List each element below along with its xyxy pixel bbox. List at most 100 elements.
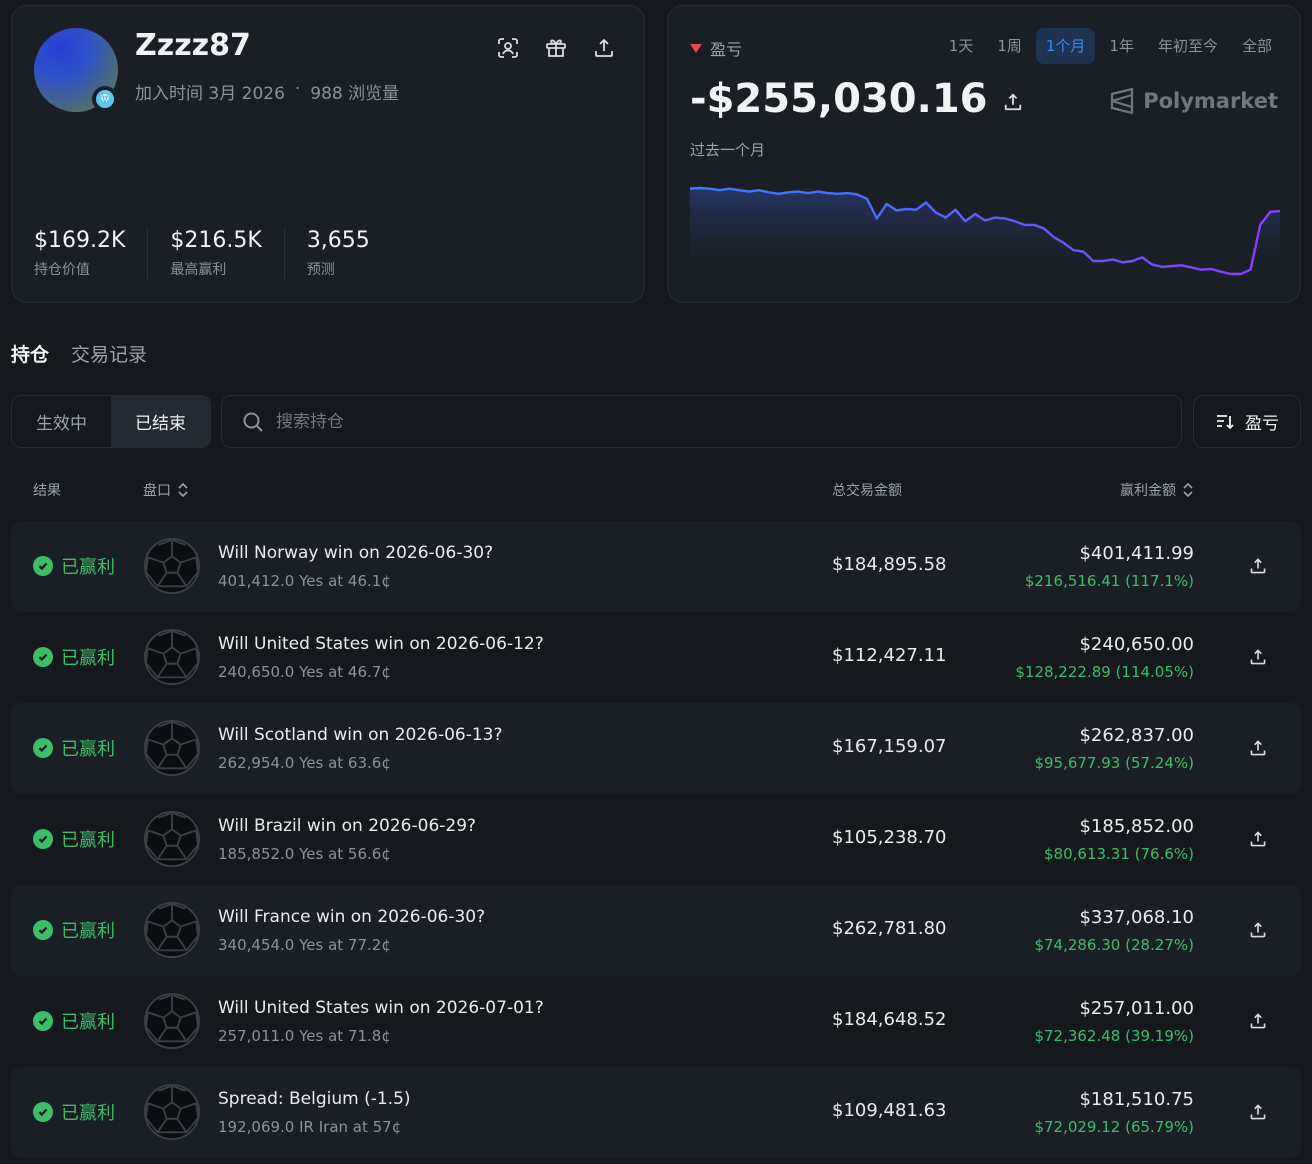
- market-title: Will United States win on 2026-07-01?: [218, 998, 544, 1018]
- market-title: Will United States win on 2026-06-12?: [218, 634, 544, 654]
- share-icon[interactable]: [1247, 555, 1269, 577]
- polymarket-logo: Polymarket: [1109, 88, 1278, 114]
- soccer-ball-icon: [143, 901, 201, 959]
- share-icon[interactable]: [1247, 919, 1269, 941]
- share-icon[interactable]: [1247, 737, 1269, 759]
- market-position: 257,011.0 Yes at 71.8¢: [218, 1027, 391, 1045]
- sort-updown-icon: [1183, 482, 1193, 498]
- soccer-ball-icon: [143, 719, 201, 777]
- polymarket-logo-icon: [1111, 88, 1134, 114]
- total-traded: $105,238.70: [832, 827, 947, 848]
- separator: ·: [294, 79, 301, 99]
- share-icon[interactable]: [1247, 1101, 1269, 1123]
- table-row[interactable]: 已赢利 Will Norway win on 2026-06-30? 401,4…: [11, 521, 1301, 612]
- tab-activity[interactable]: 交易记录: [71, 340, 147, 367]
- share-icon[interactable]: [1247, 828, 1269, 850]
- status-badge: 已赢利: [33, 1099, 115, 1125]
- range-tab-1y[interactable]: 1年: [1099, 28, 1144, 64]
- table-header: 结果 盘口 总交易金额 赢利金额: [11, 478, 1301, 502]
- market-position: 401,412.0 Yes at 46.1¢: [218, 572, 391, 590]
- market-position: 185,852.0 Yes at 56.6¢: [218, 845, 391, 863]
- profit-amount: $72,029.12 (65.79%): [1034, 1118, 1194, 1136]
- pnl-value: -$255,030.16: [690, 76, 1023, 122]
- sort-button[interactable]: 盈亏: [1193, 395, 1301, 448]
- check-circle-icon: [33, 556, 53, 576]
- table-row[interactable]: 已赢利 Will United States win on 2026-07-01…: [11, 976, 1301, 1067]
- search-icon: [243, 412, 263, 432]
- sort-updown-icon: [178, 482, 188, 498]
- win-amount: $257,011.00: [1079, 998, 1194, 1019]
- market-title: Will Scotland win on 2026-06-13?: [218, 725, 503, 745]
- profit-amount: $128,222.89 (114.05%): [1015, 663, 1194, 681]
- table-row[interactable]: 已赢利 Spread: Belgium (-1.5) 192,069.0 IR …: [11, 1067, 1301, 1158]
- status-badge: 已赢利: [33, 553, 115, 579]
- status-label: 已赢利: [61, 1012, 115, 1033]
- profit-amount: $95,677.93 (57.24%): [1034, 754, 1194, 772]
- market-title: Will Norway win on 2026-06-30?: [218, 543, 494, 563]
- view-count: 988 浏览量: [310, 84, 400, 104]
- market-title: Spread: Belgium (-1.5): [218, 1089, 411, 1109]
- header-win[interactable]: 赢利金额: [1120, 480, 1194, 500]
- soccer-ball-icon: [143, 628, 201, 686]
- range-tab-ytd[interactable]: 年初至今: [1148, 28, 1228, 64]
- segment-closed[interactable]: 已结束: [111, 396, 210, 447]
- pnl-card: 盈亏 1天 1周 1个月 1年 年初至今 全部 -$255,030.16 Pol…: [667, 5, 1301, 303]
- positions-list: 已赢利 Will Norway win on 2026-06-30? 401,4…: [11, 521, 1301, 1158]
- status-segmented-control: 生效中 已结束: [11, 395, 211, 448]
- profile-stats: $169.2K 持仓价值 $216.5K 最高赢利 3,655 预测: [34, 228, 414, 279]
- share-icon[interactable]: [1003, 76, 1023, 122]
- win-amount: $337,068.10: [1079, 907, 1194, 928]
- joined-date: 加入时间 3月 2026: [135, 84, 285, 104]
- profile-card: Zzzz87 加入时间 3月 2026 · 988 浏览量 $169.2K 持仓…: [11, 5, 645, 303]
- market-title: Will Brazil win on 2026-06-29?: [218, 816, 477, 836]
- status-badge: 已赢利: [33, 644, 115, 670]
- check-circle-icon: [33, 1102, 53, 1122]
- profit-amount: $74,286.30 (28.27%): [1034, 936, 1194, 954]
- table-row[interactable]: 已赢利 Will France win on 2026-06-30? 340,4…: [11, 885, 1301, 976]
- soccer-ball-icon: [143, 810, 201, 868]
- table-row[interactable]: 已赢利 Will Brazil win on 2026-06-29? 185,8…: [11, 794, 1301, 885]
- tab-positions[interactable]: 持仓: [11, 340, 49, 367]
- profit-amount: $80,613.31 (76.6%): [1043, 845, 1194, 863]
- pnl-label: 盈亏: [690, 36, 742, 60]
- status-badge: 已赢利: [33, 917, 115, 943]
- check-circle-icon: [33, 738, 53, 758]
- win-amount: $185,852.00: [1079, 816, 1194, 837]
- pnl-period: 过去一个月: [690, 141, 766, 159]
- stat-predictions: 3,655 预测: [306, 228, 370, 278]
- status-label: 已赢利: [61, 739, 115, 760]
- share-icon[interactable]: [1247, 646, 1269, 668]
- search-input[interactable]: [276, 411, 1136, 432]
- win-amount: $240,650.00: [1079, 634, 1194, 655]
- win-amount: $401,411.99: [1079, 543, 1194, 564]
- check-circle-icon: [33, 920, 53, 940]
- header-market[interactable]: 盘口: [143, 480, 189, 500]
- soccer-ball-icon: [143, 537, 201, 595]
- gift-icon[interactable]: [544, 36, 568, 60]
- check-circle-icon: [33, 1011, 53, 1031]
- total-traded: $262,781.80: [832, 918, 947, 939]
- total-traded: $184,648.52: [832, 1009, 947, 1030]
- pnl-chart: [690, 186, 1280, 282]
- header-total: 总交易金额: [832, 483, 902, 499]
- table-row[interactable]: 已赢利 Will Scotland win on 2026-06-13? 262…: [11, 703, 1301, 794]
- range-tab-1m[interactable]: 1个月: [1035, 28, 1096, 64]
- down-triangle-icon: [690, 43, 702, 53]
- status-label: 已赢利: [61, 830, 115, 851]
- market-position: 192,069.0 IR Iran at 57¢: [218, 1118, 402, 1136]
- market-position: 240,650.0 Yes at 46.7¢: [218, 663, 391, 681]
- share-icon[interactable]: [592, 36, 616, 60]
- range-tab-all[interactable]: 全部: [1232, 28, 1282, 64]
- segment-active[interactable]: 生效中: [12, 396, 111, 447]
- scan-face-icon[interactable]: [496, 36, 520, 60]
- profit-amount: $72,362.48 (39.19%): [1034, 1027, 1194, 1045]
- status-label: 已赢利: [61, 648, 115, 669]
- total-traded: $109,481.63: [832, 1100, 947, 1121]
- table-row[interactable]: 已赢利 Will United States win on 2026-06-12…: [11, 612, 1301, 703]
- profit-amount: $216,516.41 (117.1%): [1024, 572, 1194, 590]
- share-icon[interactable]: [1247, 1010, 1269, 1032]
- range-tab-1d[interactable]: 1天: [939, 28, 984, 64]
- range-tab-1w[interactable]: 1周: [987, 28, 1032, 64]
- status-badge: 已赢利: [33, 826, 115, 852]
- stat-biggest-win: $216.5K 最高赢利: [170, 228, 285, 279]
